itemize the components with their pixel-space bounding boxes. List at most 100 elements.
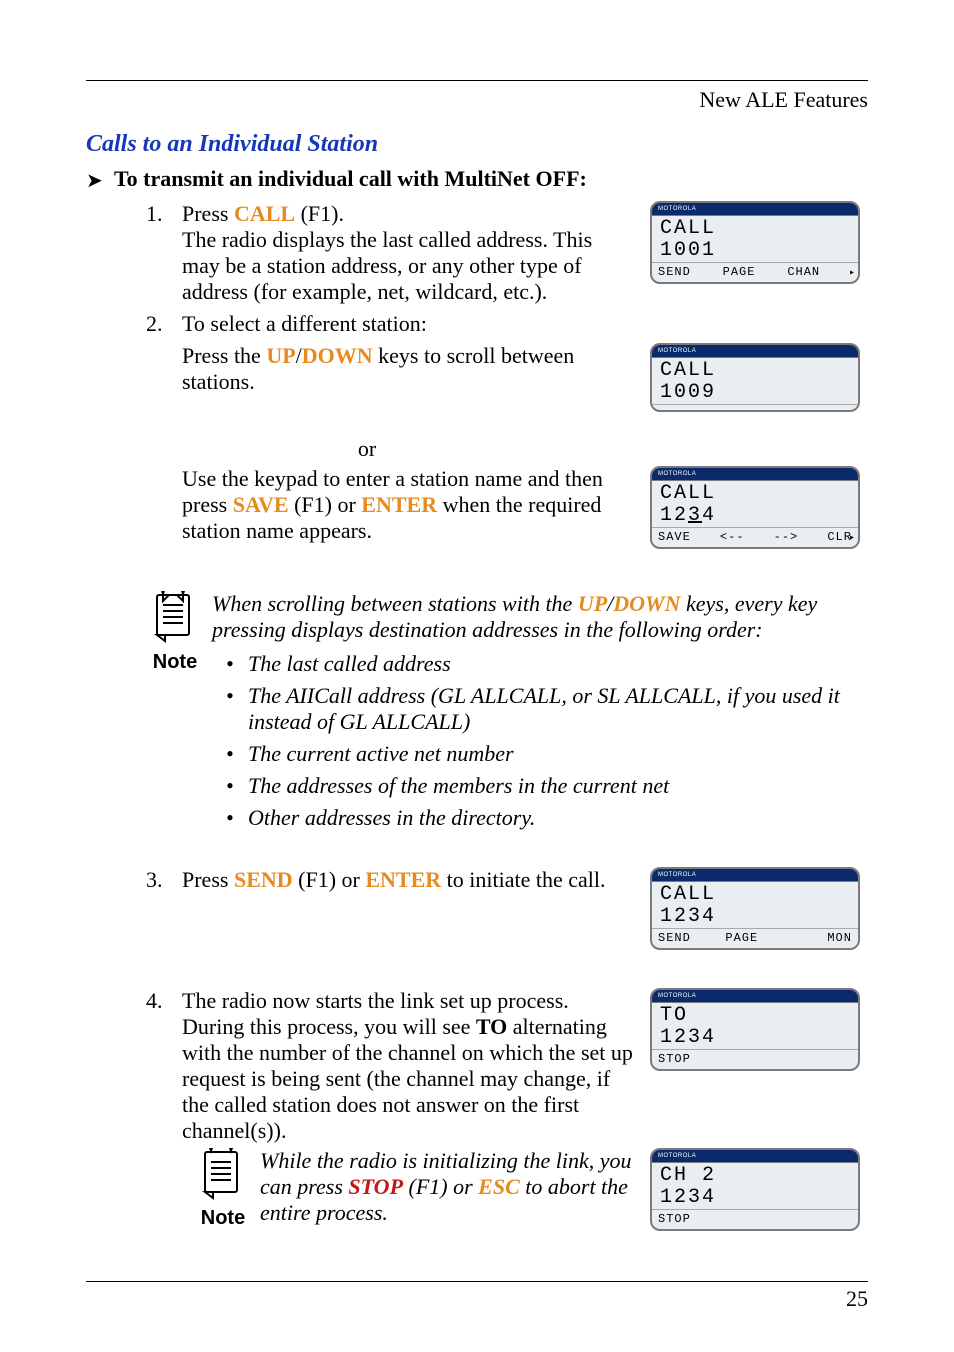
- brand-label: MOTOROLA: [652, 872, 696, 878]
- arrow-icon: ➤: [86, 166, 114, 193]
- running-header: New ALE Features: [86, 87, 868, 113]
- softkey: CHAN: [787, 265, 820, 279]
- text: When scrolling between stations with the: [212, 591, 578, 616]
- triangle-icon: ▸: [849, 267, 856, 279]
- cursor: 3: [688, 504, 702, 527]
- lcd-display-3: MOTOROLA CALL 1234 SAVE <-- --> CLR ▸: [650, 466, 860, 549]
- down-key-label: DOWN: [302, 343, 373, 368]
- text: 12: [660, 504, 688, 527]
- note-list: •The last called address •The AIICall ad…: [212, 651, 868, 831]
- up-key-label: UP: [266, 343, 295, 368]
- softkey: STOP: [658, 1052, 691, 1066]
- note-2-body: While the radio is initializing the link…: [260, 1148, 636, 1230]
- note-1: Note When scrolling between stations wit…: [138, 591, 868, 837]
- lcd-line2: 1001: [652, 240, 858, 263]
- lcd-softkeys: STOP: [652, 1050, 858, 1069]
- triangle-icon: ▸: [849, 532, 856, 544]
- step-number: 2.: [146, 311, 182, 337]
- step-2-line: To select a different station:: [182, 311, 636, 337]
- lcd-display-5: MOTOROLA TO 1234 STOP: [650, 988, 860, 1071]
- item-text: The current active net number: [248, 741, 514, 767]
- step-2-keypad-text: Use the keypad to enter a station name a…: [182, 466, 636, 544]
- item-text: The last called address: [248, 651, 451, 677]
- softkey: -->: [774, 530, 799, 544]
- text: Press the: [182, 343, 266, 368]
- text: (F1) or: [293, 867, 366, 892]
- list-item: •Other addresses in the directory.: [212, 805, 868, 831]
- step-2-updown: Press the UP/DOWN keys to scroll between…: [86, 343, 868, 430]
- step-number: 3.: [146, 867, 182, 893]
- note-icon: [149, 591, 201, 643]
- step-2-scroll: Press the UP/DOWN keys to scroll between…: [182, 343, 636, 395]
- lcd-softkeys: SEND PAGE CHAN ▸: [652, 263, 858, 282]
- softkey: SAVE: [658, 530, 691, 544]
- lcd-line1: CH 2: [652, 1163, 858, 1187]
- esc-key-label: ESC: [478, 1174, 520, 1199]
- softkey: <--: [720, 530, 745, 544]
- brand-label: MOTOROLA: [652, 993, 696, 999]
- lcd-line2: 1234: [652, 1027, 858, 1050]
- text: (F1) or: [289, 492, 362, 517]
- save-key-label: SAVE: [233, 492, 289, 517]
- step-number: 1.: [146, 201, 182, 305]
- brand-label: MOTOROLA: [652, 471, 696, 477]
- lcd-line1: CALL: [652, 216, 858, 240]
- lcd-softkeys: [652, 405, 858, 410]
- lcd-line1: CALL: [652, 882, 858, 906]
- send-key-label: SEND: [234, 867, 293, 892]
- softkey: SEND: [658, 265, 691, 279]
- item-text: The addresses of the members in the curr…: [248, 773, 669, 799]
- softkey: PAGE: [725, 931, 758, 945]
- text: 4: [702, 504, 716, 527]
- lcd-line2: 1234: [652, 1187, 858, 1210]
- lcd-line2: 1234: [652, 505, 858, 528]
- procedure-title: To transmit an individual call with Mult…: [114, 166, 587, 192]
- item-text: Other addresses in the directory.: [248, 805, 535, 831]
- page-number: 25: [846, 1286, 868, 1311]
- softkey: MON: [827, 931, 852, 945]
- lcd-line1: CALL: [652, 481, 858, 505]
- step-3: 3. Press SEND (F1) or ENTER to initiate …: [146, 867, 868, 968]
- step-1-block: 1. Press CALL (F1). The radio displays t…: [86, 201, 868, 343]
- text: Press: [182, 867, 234, 892]
- down-key-label: DOWN: [613, 591, 680, 616]
- brand-label: MOTOROLA: [652, 206, 696, 212]
- brand-label: MOTOROLA: [652, 348, 696, 354]
- lcd-display-4: MOTOROLA CALL 1234 SEND PAGE MON: [650, 867, 860, 950]
- lcd-softkeys: STOP: [652, 1210, 858, 1229]
- procedure-heading: ➤ To transmit an individual call with Mu…: [86, 166, 868, 193]
- text: (F1) or: [403, 1174, 478, 1199]
- call-key-label: CALL: [234, 201, 295, 226]
- list-item: •The addresses of the members in the cur…: [212, 773, 868, 799]
- step-1: 1. Press CALL (F1). The radio displays t…: [146, 201, 636, 305]
- brand-label: MOTOROLA: [652, 1153, 696, 1159]
- section-title: Calls to an Individual Station: [86, 131, 868, 158]
- up-key-label: UP: [578, 591, 607, 616]
- step-1-body: The radio displays the last called addre…: [182, 227, 624, 305]
- step-number: 4.: [146, 988, 182, 1014]
- step-2: 2. To select a different station:: [146, 311, 636, 337]
- softkey: STOP: [658, 1212, 691, 1226]
- note-label: Note: [186, 1207, 260, 1230]
- note-icon: [197, 1148, 249, 1200]
- softkey: PAGE: [723, 265, 756, 279]
- step-2-keypad: Use the keypad to enter a station name a…: [86, 466, 868, 567]
- item-text: The AIICall address (GL ALLCALL, or SL A…: [248, 683, 868, 735]
- lcd-display-2: MOTOROLA CALL 1009: [650, 343, 860, 412]
- note-label: Note: [138, 651, 212, 674]
- list-item: •The AIICall address (GL ALLCALL, or SL …: [212, 683, 868, 735]
- lcd-line2: 1234: [652, 906, 858, 929]
- page: New ALE Features Calls to an Individual …: [0, 0, 954, 1352]
- to-label: TO: [476, 1014, 507, 1039]
- list-item: •The current active net number: [212, 741, 868, 767]
- softkey: SEND: [658, 931, 691, 945]
- step-4: 4. The radio now starts the link set up …: [146, 988, 868, 1144]
- enter-key-label: ENTER: [365, 867, 441, 892]
- lcd-softkeys: SEND PAGE MON: [652, 929, 858, 948]
- lcd-line1: CALL: [652, 358, 858, 382]
- lcd-display-6: MOTOROLA CH 2 1234 STOP: [650, 1148, 860, 1231]
- text: to initiate the call.: [441, 867, 605, 892]
- header-rule: [86, 80, 868, 81]
- lcd-softkeys: SAVE <-- --> CLR ▸: [652, 528, 858, 547]
- note-2-row: Note While the radio is initializing the…: [186, 1148, 868, 1249]
